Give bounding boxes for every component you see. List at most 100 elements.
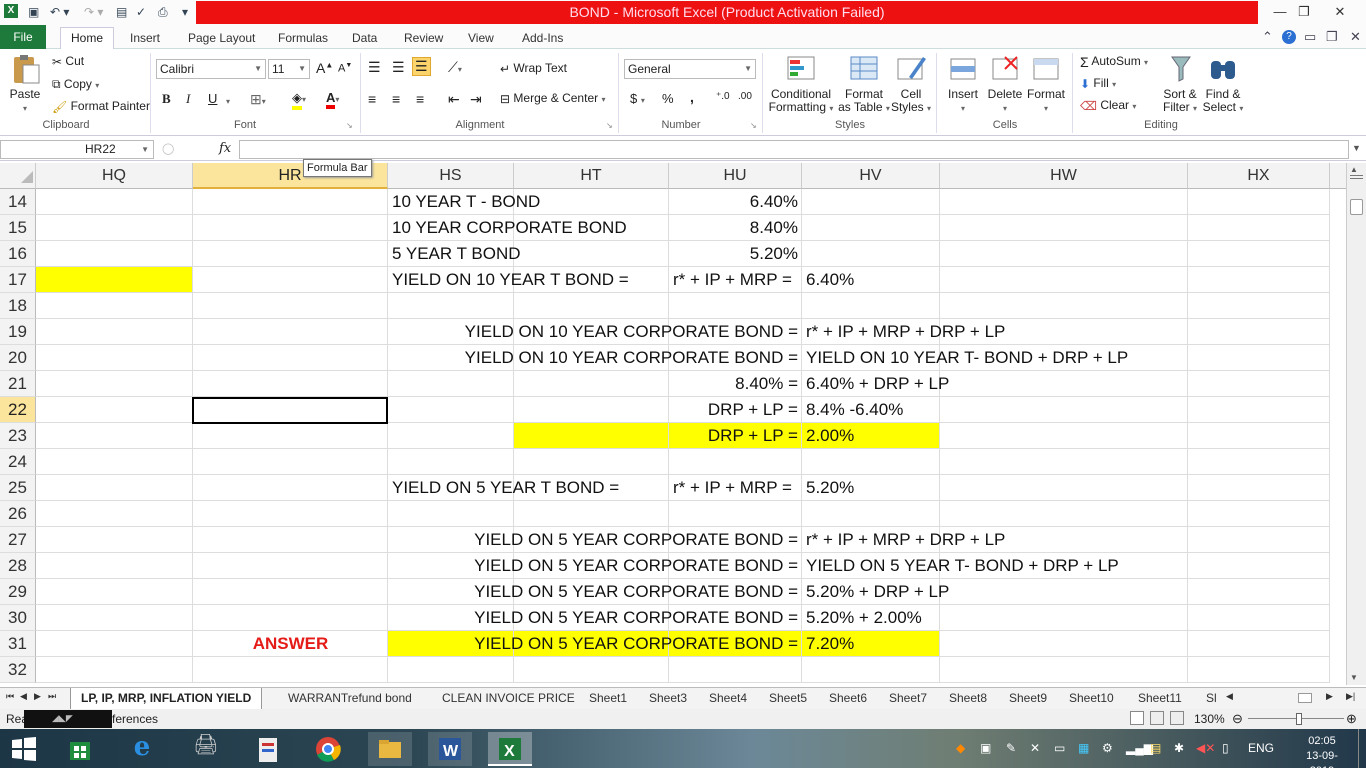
- cell-ht21[interactable]: [514, 371, 669, 397]
- formula-input[interactable]: [239, 140, 1349, 159]
- bold-button[interactable]: B: [162, 91, 171, 107]
- save-icon[interactable]: ▣: [28, 4, 39, 20]
- delete-cells-button[interactable]: Delete ▾: [984, 53, 1026, 115]
- tray-icon[interactable]: ✎: [1006, 741, 1016, 755]
- start-button-icon[interactable]: [2, 732, 46, 766]
- cell-hx17[interactable]: [1188, 267, 1330, 293]
- cell-hr20[interactable]: [193, 345, 388, 371]
- cell-hx26[interactable]: [1188, 501, 1330, 527]
- cell-ht16[interactable]: [514, 241, 669, 267]
- hscroll-right-icon[interactable]: ▶: [1326, 691, 1333, 702]
- cell-hr14[interactable]: [193, 189, 388, 215]
- number-dialog-launcher-icon[interactable]: ↘: [750, 121, 757, 130]
- tray-icon[interactable]: ◆: [956, 741, 965, 755]
- cell-hw23[interactable]: [940, 423, 1188, 449]
- percent-style-button[interactable]: %: [662, 91, 674, 106]
- sheet-tab[interactable]: Sheet10: [1069, 691, 1114, 705]
- cell-hw18[interactable]: [940, 293, 1188, 319]
- cell-hx20[interactable]: [1188, 345, 1330, 371]
- row-header[interactable]: 16: [0, 241, 36, 267]
- cell-hq27[interactable]: [36, 527, 193, 553]
- zoom-slider-thumb[interactable]: [1296, 713, 1302, 725]
- cell-hr23[interactable]: [193, 423, 388, 449]
- cell-hr15[interactable]: [193, 215, 388, 241]
- scroll-thumb[interactable]: [1350, 199, 1363, 215]
- cell-hw17[interactable]: [940, 267, 1188, 293]
- row-header[interactable]: 17: [0, 267, 36, 293]
- normal-view-icon[interactable]: [1130, 711, 1144, 725]
- cell-hr25[interactable]: [193, 475, 388, 501]
- cell-hv18[interactable]: [802, 293, 940, 319]
- cell-hr30[interactable]: [193, 605, 388, 631]
- alignment-dialog-launcher-icon[interactable]: ↘: [606, 121, 613, 130]
- zoom-level[interactable]: 130%: [1194, 709, 1225, 729]
- cell-hq15[interactable]: [36, 215, 193, 241]
- underline-dropdown-icon[interactable]: ▾: [226, 93, 230, 107]
- cell-hw21[interactable]: [940, 371, 1188, 397]
- row-header[interactable]: 25: [0, 475, 36, 501]
- expand-formula-bar-icon[interactable]: ▼: [1352, 143, 1361, 153]
- spelling-icon[interactable]: ✓: [136, 4, 146, 20]
- increase-decimal-icon[interactable]: ⁺.0: [716, 91, 730, 102]
- cell-ht18[interactable]: [514, 293, 669, 319]
- sheet-tab[interactable]: Sheet3: [649, 691, 687, 705]
- cell-ht23[interactable]: [514, 423, 669, 449]
- cell-hx21[interactable]: [1188, 371, 1330, 397]
- tab-data[interactable]: Data: [344, 27, 385, 49]
- insert-cells-button[interactable]: Insert ▾: [942, 53, 984, 115]
- cell-hx32[interactable]: [1188, 657, 1330, 683]
- cell-hv32[interactable]: [802, 657, 940, 683]
- cell-hw30[interactable]: [940, 605, 1188, 631]
- page-break-view-icon[interactable]: [1170, 711, 1184, 725]
- font-size-combo[interactable]: 11 ▼: [268, 59, 310, 79]
- cell-hx23[interactable]: [1188, 423, 1330, 449]
- tray-icon[interactable]: ▣: [980, 741, 991, 755]
- formula-bar-handle-icon[interactable]: ◯: [162, 142, 174, 155]
- column-header[interactable]: HT: [514, 163, 669, 189]
- cell-hx28[interactable]: [1188, 553, 1330, 579]
- cell-hw16[interactable]: [940, 241, 1188, 267]
- cell-hu32[interactable]: [669, 657, 802, 683]
- tab-home[interactable]: Home: [60, 27, 114, 50]
- file-explorer-icon[interactable]: [368, 732, 412, 766]
- cell-hq30[interactable]: [36, 605, 193, 631]
- cell-hx22[interactable]: [1188, 397, 1330, 423]
- wrap-text-button[interactable]: ↵ Wrap Text: [500, 61, 567, 76]
- cell-hr21[interactable]: [193, 371, 388, 397]
- cell-hr32[interactable]: [193, 657, 388, 683]
- undo-icon[interactable]: ↶ ▾: [50, 4, 69, 20]
- conditional-formatting-button[interactable]: Conditional Formatting ▾: [766, 53, 836, 115]
- minimize-ribbon-icon[interactable]: ⌃: [1262, 29, 1273, 45]
- row-header[interactable]: 31: [0, 631, 36, 657]
- format-as-table-button[interactable]: Format as Table ▾: [838, 53, 890, 115]
- cell-hq26[interactable]: [36, 501, 193, 527]
- row-header[interactable]: 14: [0, 189, 36, 215]
- column-header[interactable]: HU: [669, 163, 802, 189]
- font-color-icon[interactable]: A▾: [326, 90, 339, 109]
- cell-hw29[interactable]: [940, 579, 1188, 605]
- comma-style-button[interactable]: ,: [690, 89, 694, 105]
- cell-hr28[interactable]: [193, 553, 388, 579]
- orientation-icon[interactable]: ⟋▾: [448, 59, 462, 76]
- sheet-tab[interactable]: Sheet5: [769, 691, 807, 705]
- decrease-decimal-icon[interactable]: .00: [738, 91, 752, 102]
- row-header[interactable]: 30: [0, 605, 36, 631]
- cell-hx29[interactable]: [1188, 579, 1330, 605]
- format-cells-button[interactable]: Format ▾: [1024, 53, 1068, 115]
- cell-ht26[interactable]: [514, 501, 669, 527]
- cell-hx18[interactable]: [1188, 293, 1330, 319]
- row-header[interactable]: 15: [0, 215, 36, 241]
- hscroll-thumb[interactable]: [1298, 693, 1312, 703]
- cell-hr18[interactable]: [193, 293, 388, 319]
- tab-file[interactable]: File: [0, 25, 46, 49]
- sheet-tab[interactable]: Sl: [1206, 691, 1217, 705]
- select-all-corner[interactable]: [0, 163, 36, 189]
- cell-hw15[interactable]: [940, 215, 1188, 241]
- clock[interactable]: 02:05 13-09-2019: [1302, 734, 1342, 779]
- tab-page-layout[interactable]: Page Layout: [180, 27, 263, 49]
- align-top-icon[interactable]: ☰: [368, 59, 381, 76]
- redo-icon[interactable]: ↷ ▾: [84, 4, 103, 20]
- align-middle-icon[interactable]: ☰: [392, 59, 405, 76]
- cell-hs18[interactable]: [388, 293, 514, 319]
- customize-qat-icon[interactable]: ▾: [182, 4, 188, 20]
